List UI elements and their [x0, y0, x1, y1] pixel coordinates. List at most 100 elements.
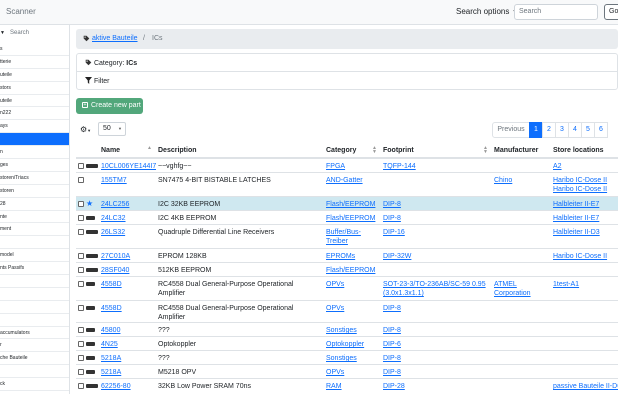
part-store-link[interactable]: Halbleiter II-E7: [553, 215, 599, 222]
search-options-dropdown[interactable]: Search options▼: [456, 7, 517, 16]
row-checkbox[interactable]: [78, 369, 84, 375]
page-button-6[interactable]: 6: [594, 122, 608, 138]
row-checkbox[interactable]: [78, 201, 84, 207]
sidebar-category-item[interactable]: s: [0, 43, 69, 56]
sidebar-category-item[interactable]: [0, 275, 69, 288]
row-checkbox[interactable]: [78, 253, 84, 259]
part-footprint-link[interactable]: SOT-23-3/TO-236AB/SC-59 0.95 (3.0x1.3x1.…: [383, 281, 486, 297]
part-manufacturer-link[interactable]: ATMEL Corporation: [494, 281, 531, 297]
part-category-link[interactable]: Buffer/Bus-Treiber: [326, 229, 361, 245]
part-name-link[interactable]: 24LC32: [101, 215, 126, 222]
page-button-1[interactable]: 1: [529, 122, 543, 138]
row-checkbox[interactable]: [78, 267, 84, 273]
part-category-link[interactable]: FPGA: [326, 163, 345, 170]
row-checkbox[interactable]: [78, 281, 84, 287]
table-row[interactable]: 4558D RC4558 Dual General-Purpose Operati…: [76, 300, 618, 323]
part-category-link[interactable]: RAM: [326, 383, 342, 390]
sidebar-category-item[interactable]: [0, 314, 69, 327]
part-footprint-link[interactable]: DIP-28: [383, 383, 405, 390]
sidebar-category-item[interactable]: r: [0, 339, 69, 353]
sidebar-category-item[interactable]: model: [0, 249, 69, 263]
table-row[interactable]: 24LC32 I2C 4KB EEPROM Flash/EEPROM DIP-8 Hal…: [76, 210, 618, 225]
sidebar-search-input[interactable]: Search: [10, 30, 29, 36]
table-row[interactable]: 27C010A EPROM 128KB EPROMs DIP-32W Haribo IC…: [76, 248, 618, 263]
part-store-link[interactable]: Haribo IC-Dose II: [553, 186, 607, 193]
part-name-link[interactable]: 24LC256: [101, 201, 129, 208]
column-header-footprint[interactable]: Footprint ▲ ▼: [381, 143, 492, 159]
sidebar-category-item[interactable]: che Bauteile: [0, 352, 69, 366]
part-footprint-link[interactable]: DIP-8: [383, 215, 401, 222]
sidebar-category-item[interactable]: storen: [0, 185, 69, 198]
row-checkbox[interactable]: [78, 341, 84, 347]
part-footprint-link[interactable]: DIP-8: [383, 369, 401, 376]
sidebar-category-item[interactable]: n222: [0, 107, 69, 121]
table-row[interactable]: 10CL006YE144I7G ~~vghfg~~ FPGA TQFP-144 A2: [76, 157, 618, 173]
filter-toggle[interactable]: Filter: [85, 77, 110, 85]
part-store-link[interactable]: passive Bauteile II-D6: [553, 383, 618, 390]
part-footprint-link[interactable]: DIP-8: [383, 305, 401, 312]
part-category-link[interactable]: OPVs: [326, 305, 344, 312]
column-settings-button[interactable]: ⚙▼: [80, 125, 91, 134]
previous-page-button[interactable]: Previous: [492, 122, 530, 138]
part-category-link[interactable]: OPVs: [326, 281, 344, 288]
part-store-link[interactable]: Halbleiter II-D3: [553, 229, 600, 236]
sidebar-category-item[interactable]: ment: [0, 223, 69, 237]
part-store-link[interactable]: Haribo IC-Dose II: [553, 253, 607, 260]
sidebar-category-item[interactable]: ays: [0, 120, 69, 134]
table-row[interactable]: 4558D RC4558 Dual General-Purpose Operati…: [76, 276, 618, 301]
part-footprint-link[interactable]: DIP-8: [383, 327, 401, 334]
sidebar-category-item[interactable]: storen/Triacs: [0, 172, 69, 185]
page-button-4[interactable]: 4: [568, 122, 582, 138]
part-name-link[interactable]: 4558D: [101, 281, 122, 288]
sidebar-category-item[interactable]: [0, 236, 69, 250]
part-name-link[interactable]: 155TM7: [101, 177, 127, 184]
row-checkbox[interactable]: [78, 383, 84, 389]
category-header[interactable]: Category: ICs: [85, 59, 137, 67]
part-name-link[interactable]: 27C010A: [101, 253, 130, 260]
sidebar-category-item[interactable]: [0, 365, 69, 379]
page-size-select[interactable]: 50 ▼: [98, 122, 126, 136]
row-checkbox[interactable]: [78, 177, 84, 183]
sidebar-category-item[interactable]: 28: [0, 198, 69, 211]
part-category-link[interactable]: Flash/EEPROM: [326, 201, 375, 208]
part-name-link[interactable]: 5218A: [101, 369, 121, 376]
part-store-link[interactable]: Halbleiter II-E7: [553, 201, 599, 208]
table-row[interactable]: 155TM7 SN7475 4-BIT BISTABLE LATCHES AND-G…: [76, 172, 618, 197]
sidebar-category-item[interactable]: tterie: [0, 56, 69, 69]
part-footprint-link[interactable]: DIP-6: [383, 341, 401, 348]
sidebar-category-item[interactable]: uteile: [0, 95, 69, 108]
table-row[interactable]: 26LS32 Quadruple Differential Line Receiv…: [76, 224, 618, 249]
part-category-link[interactable]: Flash/EEPROM: [326, 267, 375, 274]
table-row[interactable]: 5218A??? Sonstiges DIP-8: [76, 350, 618, 365]
part-footprint-link[interactable]: DIP-8: [383, 201, 401, 208]
create-part-button[interactable]: + Create new part: [76, 98, 143, 114]
sidebar-category-item[interactable]: n: [0, 146, 69, 160]
row-checkbox[interactable]: [78, 305, 84, 311]
sidebar-category-item[interactable]: stors: [0, 82, 69, 95]
part-name-link[interactable]: 4N25: [101, 341, 118, 348]
part-name-link[interactable]: 28SF040: [101, 267, 129, 274]
table-row[interactable]: 45800??? Sonstiges DIP-8: [76, 322, 618, 337]
part-name-link[interactable]: 26LS32: [101, 229, 125, 236]
page-button-5[interactable]: 5: [581, 122, 595, 138]
part-category-link[interactable]: OPVs: [326, 369, 344, 376]
column-header-store[interactable]: Store locations: [551, 143, 618, 159]
part-footprint-link[interactable]: DIP-8: [383, 355, 401, 362]
table-row[interactable]: 28SF040 512KB EEPROM Flash/EEPROM: [76, 262, 618, 277]
row-checkbox[interactable]: [78, 215, 84, 221]
table-row[interactable]: 4N25 Optokoppler Optokoppler DIP-6: [76, 336, 618, 351]
part-name-link[interactable]: 10CL006YE144I7G: [101, 163, 156, 170]
row-checkbox[interactable]: [78, 229, 84, 235]
part-manufacturer-link[interactable]: Chino: [494, 177, 512, 184]
part-name-link[interactable]: 45800: [101, 327, 120, 334]
part-footprint-link[interactable]: TQFP-144: [383, 163, 416, 170]
part-category-link[interactable]: AND-Gatter: [326, 177, 363, 184]
column-header-manufacturer[interactable]: Manufacturer: [492, 143, 551, 159]
table-row[interactable]: ★ 24LC256 I2C 32KB EEPROM Flash/EEPROM DIP-8…: [76, 196, 618, 211]
part-name-link[interactable]: 4558D: [101, 305, 122, 312]
part-name-link[interactable]: 5218A: [101, 355, 121, 362]
row-checkbox[interactable]: [78, 163, 84, 169]
part-category-link[interactable]: EPROMs: [326, 253, 355, 260]
part-store-link[interactable]: A2: [553, 163, 562, 170]
sidebar-category-item[interactable]: [0, 133, 69, 147]
